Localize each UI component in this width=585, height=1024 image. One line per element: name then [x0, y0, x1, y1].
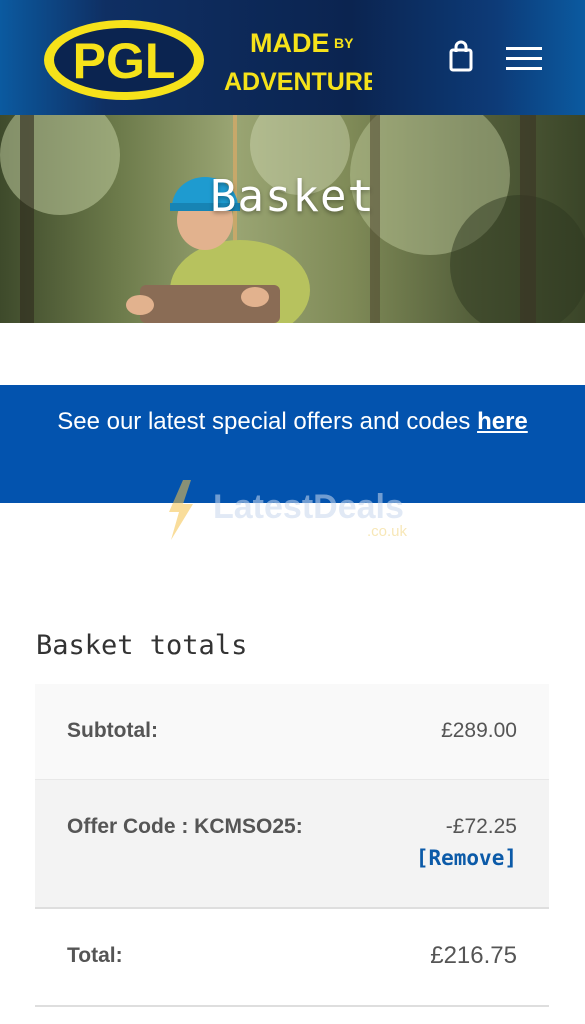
total-label: Total:	[67, 944, 123, 967]
offers-here-link[interactable]: here	[477, 408, 528, 435]
site-header: PGL MADE BY ADVENTURE	[0, 0, 585, 115]
shopping-bag-icon[interactable]	[446, 40, 476, 72]
basket-totals-table: Subtotal: £289.00 Offer Code : KCMSO25: …	[35, 684, 549, 1007]
hero-banner: Basket	[0, 115, 585, 323]
offer-discount-value: -£72.25	[445, 815, 517, 838]
latestdeals-watermark: LatestDeals .co.uk	[169, 480, 408, 540]
offers-text: See our latest special offers and codes	[57, 408, 471, 435]
page-title: Basket	[210, 171, 375, 222]
svg-text:LatestDeals: LatestDeals	[213, 488, 404, 526]
svg-text:BY: BY	[334, 35, 354, 51]
total-value: £216.75	[430, 942, 517, 969]
basket-totals-heading: Basket totals	[36, 630, 248, 661]
lightning-icon	[169, 480, 193, 540]
svg-text:ADVENTURE: ADVENTURE	[224, 68, 372, 96]
svg-text:.co.uk: .co.uk	[367, 523, 408, 540]
offer-code-row	[35, 780, 549, 909]
subtotal-label: Subtotal:	[67, 719, 158, 742]
svg-text:MADE: MADE	[250, 28, 330, 58]
pgl-logo[interactable]: PGL	[42, 18, 206, 102]
remove-offer-button[interactable]: [Remove]	[416, 846, 517, 870]
hamburger-menu-icon[interactable]	[505, 44, 543, 72]
offer-code-label: Offer Code : KCMSO25:	[67, 815, 303, 838]
subtotal-value: £289.00	[441, 719, 517, 742]
tagline-made-by-adventure: MADE BY ADVENTURE	[224, 28, 372, 96]
pgl-logo-text: PGL	[73, 33, 176, 89]
